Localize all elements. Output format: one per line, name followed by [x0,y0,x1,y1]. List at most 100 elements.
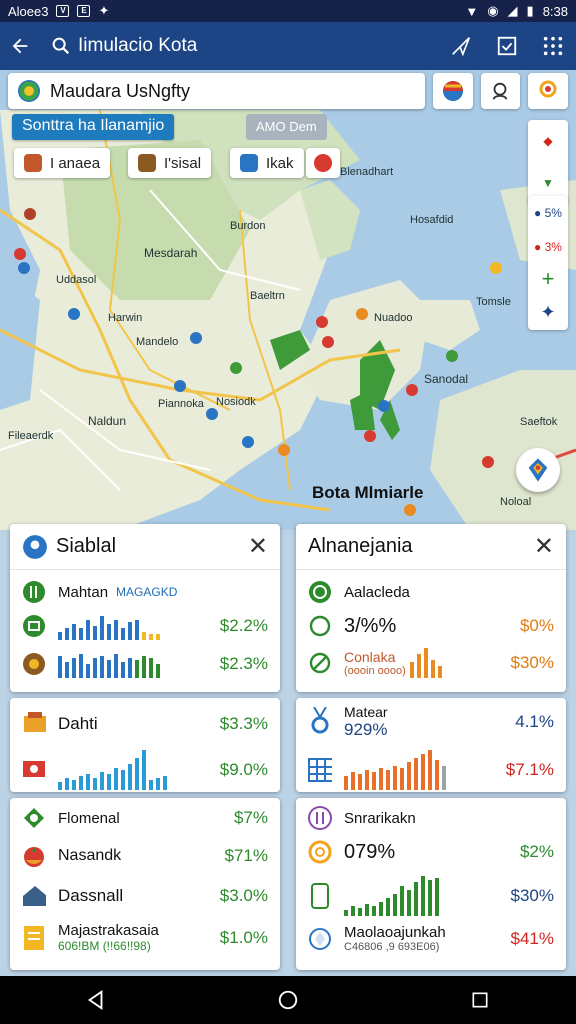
twitter-icon: ✦ [98,3,110,18]
map-tools: ◆ ▼ [528,120,568,204]
stat-row[interactable]: $2.2% [10,612,280,640]
stat-sublabel: MAGAGKD [116,585,178,599]
stat-row[interactable]: Flomenal $7% [10,806,280,830]
legend-item[interactable]: ● 3% [528,230,568,264]
zoom-in-button[interactable]: + [528,264,568,294]
nav-recents-button[interactable] [450,980,510,1020]
location-pin-icon [314,154,332,172]
vibrate-icon: ◉ [487,3,499,18]
phone-icon [308,883,332,909]
filter-chip[interactable]: I anaea [14,148,111,178]
secondary-banner[interactable]: AMO Dem [246,114,327,140]
stat-label: Mahtan [58,583,109,601]
search-input[interactable]: Maudara UsNgfty [8,73,425,109]
grid-menu-button[interactable] [530,22,576,70]
map-label: Uddasol [56,274,97,286]
stat-row[interactable]: Snrarikakn [296,806,566,830]
filter-chip[interactable]: I'sisal [128,148,212,178]
explore-button[interactable] [528,73,568,109]
chip-label: I anaea [50,154,101,172]
stat-row[interactable]: Dahti $3.3% [10,712,280,736]
filter-chip[interactable]: Ikak [230,148,304,178]
route-banner[interactable]: Sonttra ha Ilanamjio [12,114,175,140]
nav-back-button[interactable] [66,980,126,1020]
search-icon[interactable] [50,35,72,57]
stat-row[interactable]: Maolaoajunkah C46806 ,9 693E06) $41% [296,924,566,953]
slash-circle-icon [308,651,332,675]
stat-value: $1.0% [219,927,268,947]
map-label: Naldun [88,414,127,428]
circle-icon [308,614,332,638]
stat-label: Maolaoajunkah [344,924,446,941]
navigate-button[interactable] [438,22,484,70]
stat-row[interactable]: $2.3% [10,650,280,678]
map-title: Bota Mlmiarle [312,483,424,502]
stat-label: 079% [344,840,396,863]
arrow-down-icon: ▼ [542,176,554,190]
compass-button[interactable]: ✦ [528,294,568,330]
chip-label: I'sisal [164,154,202,172]
filter-chip[interactable] [306,148,340,178]
stat-label: 3/%% [344,614,397,637]
stat-row[interactable]: Matear 929% 4.1% [296,704,566,740]
navigation-icon [452,37,471,57]
stat-label: Conlaka [344,649,396,665]
stat-sublabel: 929% [344,720,388,739]
wallet-icon [22,614,46,638]
app-title: Iimulacio Kota [78,35,198,56]
chip-label: Ikak [266,154,294,172]
direction-button[interactable]: ◆ [528,120,568,162]
stat-row[interactable]: $9.0% [10,750,280,790]
stat-row[interactable]: Nasandk $71% [10,844,280,868]
triangle-back-icon [87,990,103,1010]
stats-card-right: Alnanejania ✕ Aalacleda 3/%% $0% Conlaka… [296,524,566,692]
stat-label: Snrarikakn [344,809,416,827]
close-icon[interactable]: ✕ [534,532,554,561]
stat-row[interactable]: 3/%% $0% [296,614,566,638]
map-label: Nuadoo [374,312,413,324]
circle-home-icon [278,990,298,1010]
stat-row[interactable]: Dassnall $3.0% [10,884,280,908]
system-nav-bar [0,976,576,1024]
map-label: Harwin [108,312,143,324]
flag-icon [22,758,46,782]
clock: 8:38 [542,3,568,19]
stat-row[interactable]: Conlaka (oooin oooo) $30% [296,648,566,678]
close-icon[interactable]: ✕ [248,532,268,561]
map-label: Blenadhart [340,166,394,178]
stat-row[interactable]: Aalacleda [296,580,566,604]
transit-icon [240,154,258,172]
stats-card-left-3: Flomenal $7% Nasandk $71% Dassnall $3.0%… [10,798,280,970]
map-label: Sanodal [424,372,469,386]
arrow-left-icon [12,38,28,54]
my-location-button[interactable] [516,448,560,492]
stat-value: $9.0% [219,760,268,779]
sparkline [58,650,160,678]
back-button[interactable] [0,22,40,70]
shield-icon [308,927,332,951]
nav-home-button[interactable] [258,980,318,1020]
target-icon [308,840,332,864]
stat-row[interactable]: 079% $2% [296,840,566,864]
legend-item[interactable]: ● 5% [528,196,568,230]
map-legend: ● 5% ● 3% + ✦ [528,196,568,330]
stat-text: Maolaoajunkah C46806 ,9 693E06) [344,924,446,953]
globe-icon [442,81,463,101]
stat-label: Dahti [58,714,98,733]
coffee-icon [22,652,46,676]
stat-row[interactable]: $7.1% [296,750,566,790]
stats-card-right-2: Matear 929% 4.1% $7.1% [296,698,566,792]
stat-value: $3.0% [219,886,268,905]
stat-row[interactable]: $30% [296,876,566,916]
chart-icon [22,580,46,604]
stat-row[interactable]: Mahtan MAGAGKD [10,580,280,604]
profile-button[interactable] [480,73,521,109]
tag-icon [308,806,332,830]
stat-value: $2% [519,842,554,861]
checkbox-button[interactable] [484,22,530,70]
stat-value: $0% [519,616,554,635]
layers-button[interactable] [432,73,473,109]
legend-label: ● 5% [534,206,562,220]
stat-row[interactable]: Majastrakasaia 606!BM (!!66!!98) $1.0% [10,922,280,953]
square-recents-icon [472,992,488,1008]
